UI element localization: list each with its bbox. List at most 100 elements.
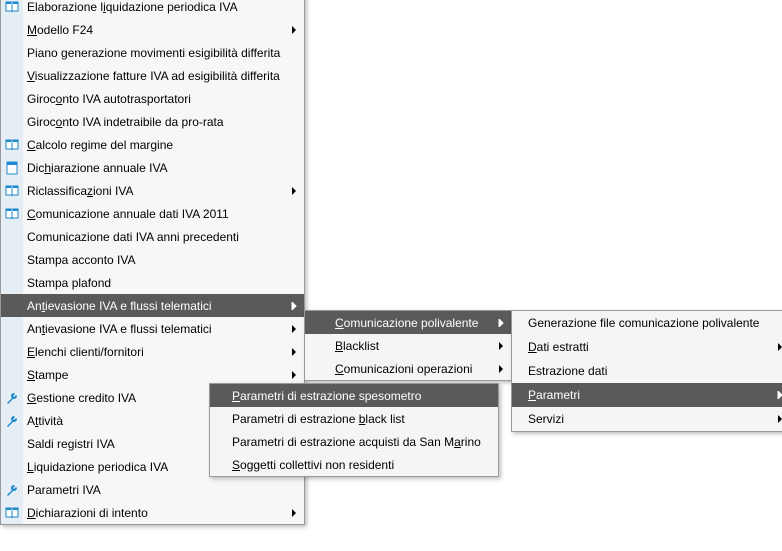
menu-item-riclassificazioni-iva[interactable]: Riclassificazioni IVA: [1, 179, 304, 202]
menu-item-label: Parametri: [524, 388, 774, 402]
menu-item-label: Generazione file comunicazione polivalen…: [524, 316, 774, 330]
icon-empty: [1, 87, 23, 110]
wrench-icon: [1, 409, 23, 432]
submenu-comunicazione-polivalente: Generazione file comunicazione polivalen…: [511, 310, 782, 432]
menu-item-soggetti-collettivi-non-residenti[interactable]: Soggetti collettivi non residenti: [210, 453, 498, 476]
menu-item-label: Antievasione IVA e flussi telematici: [23, 322, 288, 336]
menu-item-label: Parametri IVA: [23, 483, 288, 497]
icon-empty: [1, 18, 23, 41]
menu-item-comunicazione-polivalente[interactable]: Comunicazione polivalente: [305, 311, 511, 334]
menu-item-elenchi-clienti-fornitori[interactable]: Elenchi clienti/fornitori: [1, 340, 304, 363]
icon-empty: [1, 64, 23, 87]
icon-empty: [210, 407, 228, 430]
icon-empty: [1, 455, 23, 478]
icon-empty: [512, 408, 524, 431]
icon-empty: [1, 110, 23, 133]
menu-item-parametri-di-estrazione-spesometro[interactable]: Parametri di estrazione spesometro: [210, 384, 498, 407]
menu-item-antievasione-iva-e-flussi-telematici[interactable]: Antievasione IVA e flussi telematici: [1, 317, 304, 340]
icon-empty: [1, 225, 23, 248]
menu-item-label: Estrazione dati: [524, 364, 774, 378]
icon-empty: [210, 384, 228, 407]
icon-empty: [305, 357, 331, 380]
menu-item-label: Parametri di estrazione acquisti da San …: [228, 435, 489, 449]
chevron-right-icon: [288, 371, 304, 379]
menu-item-calcolo-regime-del-margine[interactable]: Calcolo regime del margine: [1, 133, 304, 156]
icon-empty: [305, 334, 331, 357]
icon-empty: [1, 41, 23, 64]
menu-item-label: Dichiarazione annuale IVA: [23, 161, 288, 175]
chevron-right-icon: [774, 343, 782, 351]
icon-empty: [512, 336, 524, 359]
menu-item-label: Parametri di estrazione spesometro: [228, 389, 482, 403]
menu-item-label: Giroconto IVA autotrasportatori: [23, 92, 288, 106]
menu-item-giroconto-iva-autotrasportatori[interactable]: Giroconto IVA autotrasportatori: [1, 87, 304, 110]
chevron-right-icon: [288, 26, 304, 34]
menu-item-label: Stampa acconto IVA: [23, 253, 288, 267]
menu-item-label: Dichiarazioni di intento: [23, 506, 288, 520]
icon-empty: [210, 430, 228, 453]
menu-item-label: Elenchi clienti/fornitori: [23, 345, 288, 359]
icon-empty: [1, 340, 23, 363]
menu-item-label: Antievasione IVA e flussi telematici: [23, 299, 288, 313]
menu-item-parametri-di-estrazione-acquisti-da-san-[interactable]: Parametri di estrazione acquisti da San …: [210, 430, 498, 453]
menu-item-label: Servizi: [524, 412, 774, 426]
book-icon: [1, 179, 23, 202]
menu-item-label: Comunicazione annuale dati IVA 2011: [23, 207, 288, 221]
chevron-right-icon: [774, 391, 782, 399]
menu-item-label: Stampa plafond: [23, 276, 288, 290]
menu-item-label: Soggetti collettivi non residenti: [228, 458, 482, 472]
menu-item-label: Comunicazione polivalente: [331, 316, 495, 330]
chevron-right-icon: [288, 348, 304, 356]
menu-item-label: Comunicazione dati IVA anni precedenti: [23, 230, 288, 244]
menu-item-label: Elaborazione liquidazione periodica IVA: [23, 0, 288, 14]
menu-item-blacklist[interactable]: Blacklist: [305, 334, 511, 357]
wrench-icon: [1, 386, 23, 409]
icon-empty: [1, 317, 23, 340]
submenu-stampe-parametri: Parametri di estrazione spesometro Parame…: [209, 383, 499, 477]
icon-empty: [305, 311, 331, 334]
menu-item-label: Calcolo regime del margine: [23, 138, 288, 152]
menu-item-visualizzazione-fatture-iva-ad-esigibili[interactable]: Visualizzazione fatture IVA ad esigibili…: [1, 64, 304, 87]
icon-empty: [512, 384, 524, 407]
menu-item-dati-estratti[interactable]: Dati estratti: [512, 335, 782, 359]
icon-empty: [210, 453, 228, 476]
menu-item-elaborazione-liquidazione-periodica-iva[interactable]: Elaborazione liquidazione periodica IVA: [1, 0, 304, 18]
menu-item-servizi[interactable]: Servizi: [512, 407, 782, 431]
menu-item-parametri[interactable]: Parametri: [512, 383, 782, 407]
menu-item-generazione-file-comunicazione-polivalen[interactable]: Generazione file comunicazione polivalen…: [512, 311, 782, 335]
menu-item-comunicazione-annuale-dati-iva-2011[interactable]: Comunicazione annuale dati IVA 2011: [1, 202, 304, 225]
menu-item-modello-f24[interactable]: Modello F24: [1, 18, 304, 41]
menu-item-label: Comunicazioni operazioni: [331, 362, 495, 376]
menu-item-parametri-iva[interactable]: Parametri IVA: [1, 478, 304, 501]
menu-item-label: Riclassificazioni IVA: [23, 184, 288, 198]
menu-item-giroconto-iva-indetraibile-da-pro-rata[interactable]: Giroconto IVA indetraibile da pro-rata: [1, 110, 304, 133]
menu-item-label: Piano generazione movimenti esigibilità …: [23, 46, 288, 60]
menu-item-label: Dati estratti: [524, 340, 774, 354]
icon-empty: [512, 312, 524, 335]
menu-item-label: Visualizzazione fatture IVA ad esigibili…: [23, 69, 288, 83]
chevron-right-icon: [495, 342, 511, 350]
icon-empty: [1, 363, 23, 386]
menu-item-stampa-plafond[interactable]: Stampa plafond: [1, 271, 304, 294]
menu-item-piano-generazione-movimenti-esigibilit-d[interactable]: Piano generazione movimenti esigibilità …: [1, 41, 304, 64]
menu-item-parametri-di-estrazione-black-list[interactable]: Parametri di estrazione black list: [210, 407, 498, 430]
menu-item-comunicazioni-operazioni[interactable]: Comunicazioni operazioni: [305, 357, 511, 380]
chevron-right-icon: [288, 302, 304, 310]
book-icon: [1, 501, 23, 524]
menu-item-label: Giroconto IVA indetraibile da pro-rata: [23, 115, 288, 129]
menu-item-label: Parametri di estrazione black list: [228, 412, 482, 426]
menu-item-estrazione-dati[interactable]: Estrazione dati: [512, 359, 782, 383]
chevron-right-icon: [495, 365, 511, 373]
submenu-antievasione: Comunicazione polivalente Blacklist Comuni…: [304, 310, 512, 381]
menu-item-dichiarazione-annuale-iva[interactable]: Dichiarazione annuale IVA: [1, 156, 304, 179]
icon-empty: [1, 271, 23, 294]
menu-item-comunicazione-dati-iva-anni-precedenti[interactable]: Comunicazione dati IVA anni precedenti: [1, 225, 304, 248]
menu-item-stampa-acconto-iva[interactable]: Stampa acconto IVA: [1, 248, 304, 271]
menu-item-antievasione-iva-e-flussi-telematici[interactable]: Antievasione IVA e flussi telematici: [1, 294, 304, 317]
chevron-right-icon: [288, 509, 304, 517]
menu-item-label: Modello F24: [23, 23, 288, 37]
book-icon: [1, 202, 23, 225]
book-icon: [1, 133, 23, 156]
menu-item-dichiarazioni-di-intento[interactable]: Dichiarazioni di intento: [1, 501, 304, 524]
doc-icon: [1, 156, 23, 179]
